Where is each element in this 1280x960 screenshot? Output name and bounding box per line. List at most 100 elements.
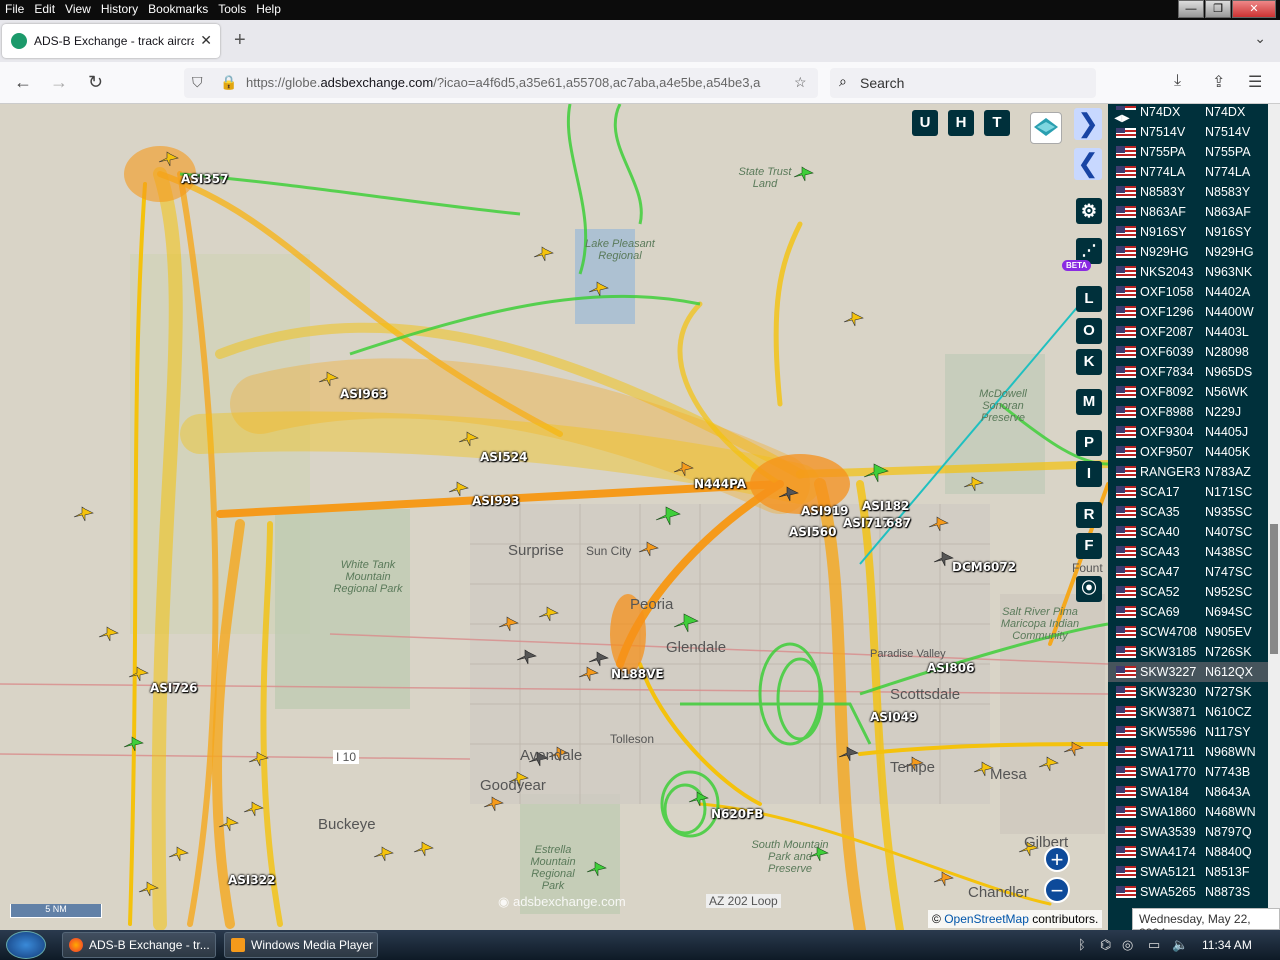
start-button[interactable]: [6, 931, 46, 959]
aircraft-label[interactable]: ASI919: [801, 504, 848, 518]
reload-button[interactable]: ↻: [88, 72, 103, 93]
aircraft-list-row[interactable]: SKW3230 N727SK: [1108, 682, 1268, 702]
aircraft-list-row[interactable]: SWA1860 N468WN: [1108, 802, 1268, 822]
aircraft-label[interactable]: ASI717: [843, 516, 890, 530]
toggle-i-button[interactable]: I: [1076, 461, 1102, 487]
clock[interactable]: 11:34 AM: [1202, 938, 1252, 952]
aircraft-list-row[interactable]: OXF2087 N4403L: [1108, 322, 1268, 342]
steam-icon[interactable]: ◎: [1122, 937, 1133, 953]
layers-button[interactable]: [1030, 112, 1062, 144]
aircraft-list-row[interactable]: N755PA N755PA: [1108, 142, 1268, 162]
aircraft-list-row[interactable]: SCW4708 N905EV: [1108, 622, 1268, 642]
list-all-tabs-icon[interactable]: ⌄: [1254, 30, 1266, 47]
menu-help[interactable]: Help: [251, 0, 286, 16]
tracking-protection-icon[interactable]: ⛉: [192, 74, 203, 91]
url-bar[interactable]: ⛉ 🔒 https://globe.adsbexchange.com/?icao…: [184, 68, 818, 98]
toggle-f-button[interactable]: F: [1076, 533, 1102, 559]
aircraft-list-row[interactable]: SWA184 N8643A: [1108, 782, 1268, 802]
aircraft-list-row[interactable]: NKS2043 N963NK: [1108, 262, 1268, 282]
prev-button[interactable]: ❮: [1074, 148, 1102, 180]
aircraft-list-row[interactable]: SWA5265 N8873S: [1108, 882, 1268, 902]
aircraft-list-row[interactable]: SKW3227 N612QX: [1108, 662, 1268, 682]
aircraft-list-row[interactable]: OXF9304 N4405J: [1108, 422, 1268, 442]
aircraft-list-row[interactable]: SWA5121 N8513F: [1108, 862, 1268, 882]
aircraft-list-row[interactable]: OXF8988 N229J: [1108, 402, 1268, 422]
menu-file[interactable]: File: [0, 0, 29, 16]
aircraft-list-row[interactable]: N929HG N929HG: [1108, 242, 1268, 262]
zoom-in-button[interactable]: +: [1044, 846, 1070, 872]
back-button[interactable]: ←: [14, 72, 32, 93]
aircraft-label[interactable]: ASI524: [480, 450, 527, 464]
sidebar-scrollbar[interactable]: [1268, 104, 1280, 930]
downloads-icon[interactable]: ⤓: [1174, 72, 1181, 90]
aircraft-list-row[interactable]: OXF8092 N56WK: [1108, 382, 1268, 402]
aircraft-label[interactable]: ASI560: [789, 525, 836, 539]
aircraft-list-row[interactable]: SCA35 N935SC: [1108, 502, 1268, 522]
new-tab-button[interactable]: +: [234, 29, 246, 52]
menu-edit[interactable]: Edit: [29, 0, 60, 16]
close-tab-icon[interactable]: ✕: [200, 32, 212, 49]
aircraft-label[interactable]: ASI806: [927, 661, 974, 675]
toggle-k-button[interactable]: K: [1076, 349, 1102, 375]
search-bar[interactable]: ⌕ Search: [830, 68, 1096, 98]
aircraft-list-row[interactable]: OXF1296 N4400W: [1108, 302, 1268, 322]
tab-adsb-exchange[interactable]: ADS-B Exchange - track aircraft ✕: [2, 24, 220, 58]
zoom-out-button[interactable]: −: [1044, 877, 1070, 903]
aircraft-list-row[interactable]: N863AF N863AF: [1108, 202, 1268, 222]
aircraft-label[interactable]: N444PA: [694, 477, 746, 491]
aircraft-label[interactable]: 687: [886, 516, 911, 530]
aircraft-label[interactable]: ASI182: [862, 499, 909, 513]
aircraft-list-row[interactable]: OXF1058 N4402A: [1108, 282, 1268, 302]
taskbar-item-firefox[interactable]: ADS-B Exchange - tr...: [62, 932, 216, 958]
menu-view[interactable]: View: [60, 0, 96, 16]
aircraft-list-row[interactable]: SWA4174 N8840Q: [1108, 842, 1268, 862]
menu-tools[interactable]: Tools: [213, 0, 251, 16]
aircraft-list-row[interactable]: SCA43 N438SC: [1108, 542, 1268, 562]
toggle-p-button[interactable]: P: [1076, 430, 1102, 456]
toggle-sidebar-button[interactable]: ◀▶: [1108, 110, 1136, 128]
aircraft-label[interactable]: ASI726: [150, 681, 197, 695]
lock-icon[interactable]: 🔒: [220, 74, 237, 91]
aircraft-list-row[interactable]: SCA40 N407SC: [1108, 522, 1268, 542]
toggle-l-button[interactable]: L: [1076, 286, 1102, 312]
aircraft-list-row[interactable]: SKW3185 N726SK: [1108, 642, 1268, 662]
battery-icon[interactable]: ▭: [1148, 937, 1160, 953]
network-icon[interactable]: ⌬: [1100, 937, 1111, 953]
aircraft-label[interactable]: N620FB: [711, 807, 763, 821]
aircraft-list-row[interactable]: N916SY N916SY: [1108, 222, 1268, 242]
toggle-u-button[interactable]: U: [912, 110, 938, 136]
aircraft-list-row[interactable]: OXF6039 N28098: [1108, 342, 1268, 362]
aircraft-list-row[interactable]: SCA52 N952SC: [1108, 582, 1268, 602]
scrollbar-thumb[interactable]: [1270, 524, 1278, 654]
forward-button[interactable]: →: [50, 72, 68, 93]
close-window-button[interactable]: ✕: [1232, 0, 1276, 18]
aircraft-list-row[interactable]: SCA17 N171SC: [1108, 482, 1268, 502]
toggle-t-button[interactable]: T: [984, 110, 1010, 136]
toggle-m-button[interactable]: M: [1076, 389, 1102, 415]
aircraft-list-row[interactable]: SCA69 N694SC: [1108, 602, 1268, 622]
replay-icon[interactable]: ⦿: [1076, 576, 1102, 602]
osm-link[interactable]: OpenStreetMap: [944, 912, 1029, 926]
aircraft-list-row[interactable]: OXF9507 N4405K: [1108, 442, 1268, 462]
aircraft-list-row[interactable]: SWA1711 N968WN: [1108, 742, 1268, 762]
extensions-icon[interactable]: ⇪: [1212, 72, 1225, 92]
minimize-button[interactable]: —: [1178, 0, 1204, 18]
aircraft-label[interactable]: N188VE: [611, 667, 664, 681]
aircraft-label[interactable]: ASI993: [472, 494, 519, 508]
menu-bookmarks[interactable]: Bookmarks: [143, 0, 213, 16]
volume-icon[interactable]: 🔈: [1172, 937, 1188, 953]
aircraft-label[interactable]: ASI049: [870, 710, 917, 724]
toggle-r-button[interactable]: R: [1076, 502, 1102, 528]
bookmark-star-icon[interactable]: ☆: [794, 74, 807, 91]
map-view[interactable]: Surprise Sun City Peoria Glendale Scotts…: [0, 104, 1108, 930]
aircraft-list-row[interactable]: SWA3539 N8797Q: [1108, 822, 1268, 842]
taskbar-item-media-player[interactable]: Windows Media Player: [224, 932, 378, 958]
aircraft-label[interactable]: ASI963: [340, 387, 387, 401]
aircraft-list-row[interactable]: SKW3871 N610CZ: [1108, 702, 1268, 722]
aircraft-list-row[interactable]: RANGER3 N783AZ: [1108, 462, 1268, 482]
toggle-o-button[interactable]: O: [1076, 318, 1102, 344]
next-button[interactable]: ❯: [1074, 108, 1102, 140]
bluetooth-icon[interactable]: ᛒ: [1078, 937, 1086, 952]
menu-history[interactable]: History: [96, 0, 143, 16]
app-menu-icon[interactable]: ☰: [1248, 72, 1262, 92]
